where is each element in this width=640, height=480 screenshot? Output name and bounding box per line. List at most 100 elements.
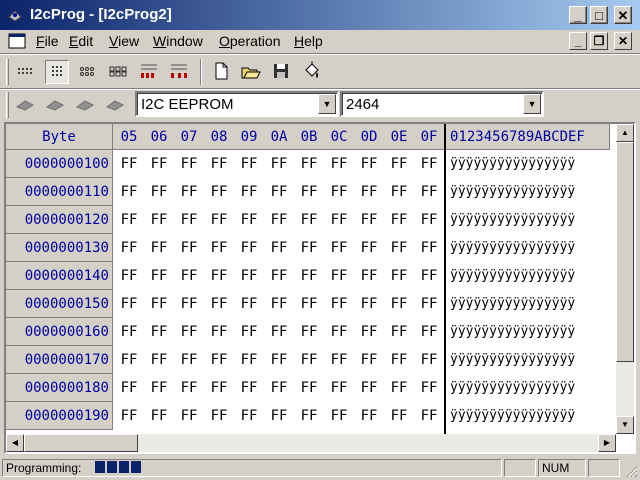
hex-cell[interactable]: FF — [144, 206, 174, 234]
hex-cell[interactable]: FF — [324, 150, 354, 178]
hex-cell[interactable]: FF — [414, 346, 444, 374]
hex-cell[interactable]: FF — [204, 402, 234, 430]
hex-cell[interactable]: FF — [144, 234, 174, 262]
hex-cell[interactable]: FF — [204, 318, 234, 346]
hex-cell[interactable]: FF — [414, 178, 444, 206]
row-address[interactable]: 0000000100 — [6, 150, 113, 178]
row-address[interactable]: 0000000110 — [6, 178, 113, 206]
hex-cell[interactable]: FF — [294, 178, 324, 206]
hex-cell[interactable]: FF — [204, 234, 234, 262]
byte-column-header[interactable]: 07 — [174, 124, 204, 150]
hex-cell[interactable]: FF — [264, 150, 294, 178]
byte-column-header[interactable]: 08 — [204, 124, 234, 150]
hex-cell[interactable]: FF — [114, 402, 144, 430]
row-address[interactable]: 0000000140 — [6, 262, 113, 290]
hex-cell[interactable]: FF — [174, 150, 204, 178]
hex-cell[interactable]: FF — [324, 346, 354, 374]
hex-cell[interactable]: FF — [174, 374, 204, 402]
hex-cell[interactable]: FF — [354, 290, 384, 318]
hex-cell[interactable]: FF — [234, 374, 264, 402]
hex-cell[interactable]: FF — [174, 290, 204, 318]
ascii-cell[interactable]: ÿÿÿÿÿÿÿÿÿÿÿÿÿÿÿÿ — [446, 262, 610, 290]
hex-cell[interactable]: FF — [294, 234, 324, 262]
hex-cell[interactable]: FF — [414, 318, 444, 346]
hex-cell[interactable]: FF — [234, 206, 264, 234]
view-binary-alt-button[interactable] — [168, 60, 192, 84]
hex-cell[interactable]: FF — [204, 206, 234, 234]
hex-cell[interactable]: FF — [114, 206, 144, 234]
hex-cell[interactable]: FF — [324, 206, 354, 234]
hex-cell[interactable]: FF — [384, 150, 414, 178]
hex-cell[interactable]: FF — [294, 150, 324, 178]
hex-cell[interactable]: FF — [234, 290, 264, 318]
device-type-dropdown-button[interactable]: ▼ — [318, 94, 336, 114]
hex-cell[interactable]: FF — [114, 178, 144, 206]
hex-cell[interactable]: FF — [264, 178, 294, 206]
open-file-button[interactable] — [240, 60, 264, 84]
hex-cell[interactable]: FF — [144, 318, 174, 346]
ascii-cell[interactable]: ÿÿÿÿÿÿÿÿÿÿÿÿÿÿÿÿ — [446, 206, 610, 234]
hex-cell[interactable]: FF — [264, 290, 294, 318]
menu-operation[interactable]: Operation — [219, 33, 280, 49]
hex-cell[interactable]: FF — [234, 318, 264, 346]
hex-cell[interactable]: FF — [294, 262, 324, 290]
hex-cell[interactable]: FF — [324, 262, 354, 290]
hex-cell[interactable]: FF — [114, 374, 144, 402]
device-model-dropdown-button[interactable]: ▼ — [523, 94, 541, 114]
hex-cell[interactable]: FF — [264, 346, 294, 374]
hex-cell[interactable]: FF — [234, 346, 264, 374]
hex-cell[interactable]: FF — [294, 374, 324, 402]
address-column-header[interactable]: Byte — [6, 124, 113, 150]
row-address[interactable]: 0000000130 — [6, 234, 113, 262]
hex-cell[interactable]: FF — [114, 262, 144, 290]
hex-cell[interactable]: FF — [264, 318, 294, 346]
hex-cell[interactable]: FF — [204, 178, 234, 206]
view-ascii-button[interactable] — [14, 60, 38, 84]
hex-cell[interactable]: FF — [384, 262, 414, 290]
hex-cell[interactable]: FF — [234, 234, 264, 262]
hex-cell[interactable]: FF — [204, 150, 234, 178]
hex-cell[interactable]: FF — [264, 206, 294, 234]
view-word-button[interactable] — [76, 60, 100, 84]
byte-column-header[interactable]: 0D — [354, 124, 384, 150]
view-dword-button[interactable] — [107, 60, 131, 84]
hex-cell[interactable]: FF — [144, 374, 174, 402]
hex-cell[interactable]: FF — [324, 178, 354, 206]
byte-column-header[interactable]: 0B — [294, 124, 324, 150]
hex-cell[interactable]: FF — [414, 374, 444, 402]
hex-cell[interactable]: FF — [174, 234, 204, 262]
hex-cell[interactable]: FF — [354, 206, 384, 234]
scroll-down-button[interactable]: ▼ — [616, 416, 634, 434]
ascii-cell[interactable]: ÿÿÿÿÿÿÿÿÿÿÿÿÿÿÿÿ — [446, 346, 610, 374]
hex-cell[interactable]: FF — [294, 402, 324, 430]
fill-button[interactable] — [300, 60, 324, 84]
ascii-column-header[interactable]: 0123456789ABCDEF — [446, 124, 610, 150]
scroll-right-button[interactable]: ▶ — [598, 434, 616, 452]
byte-column-header[interactable]: 0A — [264, 124, 294, 150]
scroll-left-button[interactable]: ◀ — [6, 434, 24, 452]
ascii-cell[interactable]: ÿÿÿÿÿÿÿÿÿÿÿÿÿÿÿÿ — [446, 234, 610, 262]
hex-cell[interactable]: FF — [294, 206, 324, 234]
ascii-cell[interactable]: ÿÿÿÿÿÿÿÿÿÿÿÿÿÿÿÿ — [446, 290, 610, 318]
hex-cell[interactable]: FF — [324, 234, 354, 262]
ascii-cell[interactable]: ÿÿÿÿÿÿÿÿÿÿÿÿÿÿÿÿ — [446, 374, 610, 402]
hex-cell[interactable]: FF — [384, 290, 414, 318]
hex-cell[interactable]: FF — [144, 178, 174, 206]
ascii-cell[interactable]: ÿÿÿÿÿÿÿÿÿÿÿÿÿÿÿÿ — [446, 178, 610, 206]
hex-cell[interactable]: FF — [204, 374, 234, 402]
vertical-scrollbar[interactable]: ▲ ▼ — [616, 124, 634, 434]
row-address[interactable]: 0000000190 — [6, 402, 113, 430]
title-bar[interactable]: I2cProg - [I2cProg2] _ □ ✕ — [0, 0, 640, 30]
hex-cell[interactable]: FF — [384, 402, 414, 430]
row-address[interactable]: 0000000170 — [6, 346, 113, 374]
hex-cell[interactable]: FF — [294, 290, 324, 318]
ascii-cell[interactable]: ÿÿÿÿÿÿÿÿÿÿÿÿÿÿÿÿ — [446, 402, 610, 430]
hex-cell[interactable]: FF — [384, 234, 414, 262]
hex-cell[interactable]: FF — [354, 178, 384, 206]
horizontal-scroll-thumb[interactable] — [24, 434, 138, 452]
hex-cell[interactable]: FF — [174, 402, 204, 430]
menu-file[interactable]: File — [36, 33, 59, 49]
hex-cell[interactable]: FF — [354, 374, 384, 402]
hex-cell[interactable]: FF — [354, 234, 384, 262]
hex-cell[interactable]: FF — [324, 290, 354, 318]
